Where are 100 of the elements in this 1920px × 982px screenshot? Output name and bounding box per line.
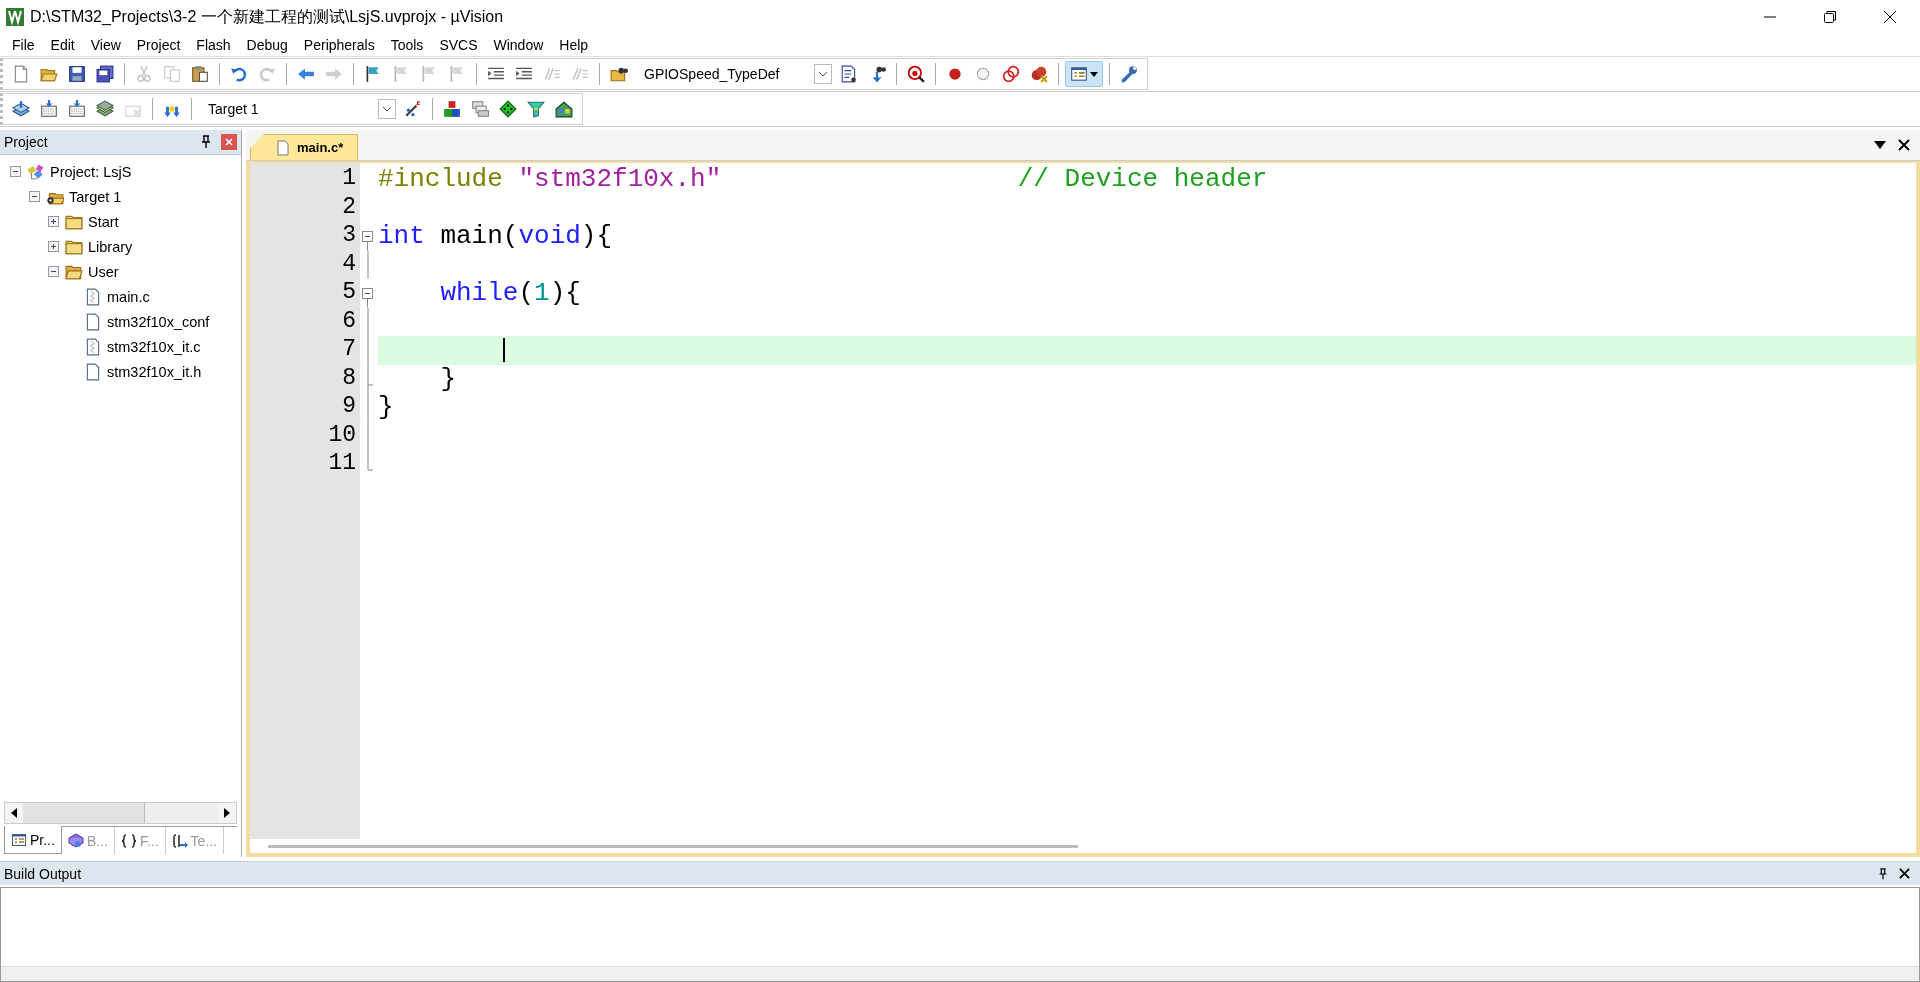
file-icon <box>275 139 291 156</box>
close-button[interactable] <box>221 134 237 150</box>
clipboard-icon <box>191 65 209 83</box>
menu-item[interactable]: Debug <box>238 37 296 53</box>
window-title: D:\STM32_Projects\3-2 一个新建工程的测试\LsjS.uvprojx - µVision <box>30 6 505 27</box>
fold-line <box>366 250 369 279</box>
redo-icon <box>258 65 276 83</box>
expand-icon[interactable] <box>48 241 59 252</box>
scroll-right-button[interactable] <box>218 803 236 823</box>
window-layout-icon <box>11 831 27 848</box>
horizontal-scrollbar[interactable] <box>1 966 1919 981</box>
close-icon[interactable] <box>1899 868 1910 879</box>
circles-icon <box>1002 65 1020 83</box>
collapse-icon[interactable] <box>10 166 21 177</box>
layers-icon <box>96 100 114 118</box>
breakpoint-icon <box>946 65 964 83</box>
panel-title: Project <box>4 134 49 150</box>
code-line: } <box>439 363 456 394</box>
editor-tab[interactable]: main.c* <box>250 134 359 160</box>
code-line: while(1){ <box>439 278 581 309</box>
menu-item[interactable]: File <box>4 37 43 53</box>
collapse-icon[interactable] <box>29 191 40 202</box>
copy-icon <box>163 65 181 83</box>
book-help-icon <box>67 832 84 849</box>
menu-item[interactable]: Tools <box>382 37 432 53</box>
line-number: 11 <box>327 450 357 478</box>
circle-outline-icon <box>974 65 992 83</box>
document-binoculars-icon <box>840 65 858 83</box>
tree-item[interactable]: main.c <box>107 288 150 305</box>
line-number: 2 <box>341 193 357 222</box>
blocks-icon <box>443 100 461 118</box>
expand-icon[interactable] <box>48 216 59 227</box>
window-layout-icon <box>1070 65 1088 83</box>
collapse-icon[interactable] <box>48 266 59 277</box>
tree-item[interactable]: stm32f10x_it.h <box>107 363 202 380</box>
line-number: 7 <box>341 336 357 364</box>
line-number: 3 <box>341 222 357 250</box>
menu-item[interactable]: Flash <box>188 37 239 53</box>
restore-icon <box>1823 10 1837 24</box>
line-number: 6 <box>341 307 357 336</box>
close-icon <box>225 138 233 146</box>
caret-icon <box>1090 71 1098 77</box>
scissors-icon <box>135 65 153 83</box>
build-icon <box>68 100 86 118</box>
left-arrow-icon <box>11 808 17 818</box>
app-logo-icon <box>6 8 24 26</box>
c-file-icon <box>84 287 102 306</box>
code-line: #include "stm32f10x.h" // Device header <box>378 164 1268 195</box>
file-icon <box>84 312 102 331</box>
menu-item[interactable]: Edit <box>42 37 83 53</box>
file-icon <box>84 362 102 381</box>
pin-icon[interactable] <box>199 135 213 149</box>
line-number: 1 <box>341 165 357 193</box>
comment-lines-icon <box>543 65 561 83</box>
diamond-icon <box>499 100 517 118</box>
tree-item[interactable]: Library <box>88 238 133 255</box>
menu-item[interactable]: Peripherals <box>295 37 383 53</box>
folder-binoculars-icon <box>610 65 628 83</box>
horizontal-scrollbar[interactable] <box>4 802 237 824</box>
magnifier-icon <box>907 65 925 83</box>
horizontal-scrollbar[interactable] <box>268 844 1078 848</box>
panel-title: Build Output <box>4 865 83 882</box>
close-icon <box>1883 10 1897 24</box>
panel-tab[interactable]: Pr... <box>4 826 62 854</box>
tree-item[interactable]: Start <box>88 213 119 230</box>
menu-item[interactable]: View <box>82 37 129 53</box>
tree-item[interactable]: stm32f10x_it.c <box>107 338 201 355</box>
stack-arrow-icon <box>12 100 30 118</box>
tree-item[interactable]: stm32f10x_conf <box>107 313 210 330</box>
new-file-icon <box>12 65 30 83</box>
line-number: 5 <box>341 279 357 307</box>
code-line: } <box>378 392 394 423</box>
comment-lines-icon <box>571 65 589 83</box>
funnel-icon <box>527 100 545 118</box>
menu-item[interactable]: Window <box>485 37 552 53</box>
magic-wand-icon <box>404 100 422 118</box>
line-number: 9 <box>341 393 357 421</box>
template-icon <box>171 832 188 849</box>
breakpoint-remove-icon <box>1030 65 1048 83</box>
scroll-left-button[interactable] <box>5 803 23 823</box>
tree-item[interactable]: Target 1 <box>69 188 122 205</box>
close-icon[interactable] <box>1898 139 1910 151</box>
scrollbar-thumb[interactable] <box>23 803 145 823</box>
text-cursor <box>502 338 505 363</box>
undo-icon <box>230 65 248 83</box>
wrench-icon <box>1120 65 1138 83</box>
tree-item[interactable]: User <box>88 263 119 280</box>
build-icon <box>40 100 58 118</box>
window-layout-button[interactable] <box>1065 61 1103 87</box>
menu-item[interactable]: Project <box>128 37 189 53</box>
menu-item[interactable]: SVCS <box>431 37 486 53</box>
menu-item[interactable]: Help <box>551 37 597 53</box>
line-number: 10 <box>327 421 357 450</box>
stacked-windows-icon <box>471 100 489 118</box>
pin-icon[interactable] <box>1877 867 1889 880</box>
c-file-icon <box>84 337 102 356</box>
pack-icon <box>555 100 573 118</box>
tree-item[interactable]: Project: LsjS <box>50 163 132 180</box>
dropdown-arrow-icon[interactable] <box>1874 141 1886 149</box>
right-arrow-icon <box>224 808 230 818</box>
